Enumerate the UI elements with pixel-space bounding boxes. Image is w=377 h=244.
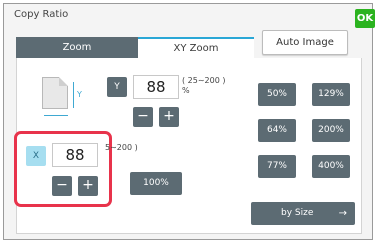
y-range-text: ( 25∼200 ) [182, 76, 226, 85]
x-plus-button[interactable]: + [78, 176, 98, 196]
by-size-button[interactable]: by Size → [251, 202, 355, 225]
preset-77-button[interactable]: 77% [258, 155, 296, 178]
y-minus-button[interactable]: − [133, 107, 153, 127]
preset-64-button[interactable]: 64% [258, 119, 296, 142]
y-plus-button[interactable]: + [159, 107, 179, 127]
preset-129-button[interactable]: 129% [312, 83, 350, 106]
y-range: ( 25∼200 ) % [182, 76, 225, 96]
tab-xy-zoom[interactable]: XY Zoom [138, 37, 254, 59]
preset-400-button[interactable]: 400% [312, 155, 350, 178]
x-minus-button[interactable]: − [52, 176, 72, 196]
ok-button[interactable]: OK [355, 9, 375, 28]
x-ratio-value[interactable]: 88 [52, 143, 98, 167]
diagram-y-label: Y [77, 90, 82, 99]
preset-50-button[interactable]: 50% [258, 83, 296, 106]
y-axis-button[interactable]: Y [107, 77, 127, 97]
x-range-text: 5∼200 ) [105, 143, 138, 152]
x-axis-button[interactable]: X [26, 146, 46, 166]
y-ratio-value[interactable]: 88 [133, 75, 179, 99]
arrow-right-icon: → [338, 208, 347, 219]
horizontal-arrow-icon [44, 115, 68, 116]
dialog-title: Copy Ratio [14, 9, 69, 20]
tab-zoom[interactable]: Zoom [16, 37, 138, 59]
y-unit: % [182, 86, 190, 95]
preset-200-button[interactable]: 200% [312, 119, 350, 142]
by-size-label: by Size [281, 208, 314, 218]
ratio-100-button[interactable]: 100% [130, 172, 182, 195]
page-fold-icon [59, 77, 68, 86]
auto-image-button[interactable]: Auto Image [262, 30, 348, 55]
vertical-arrow-icon [73, 82, 74, 108]
